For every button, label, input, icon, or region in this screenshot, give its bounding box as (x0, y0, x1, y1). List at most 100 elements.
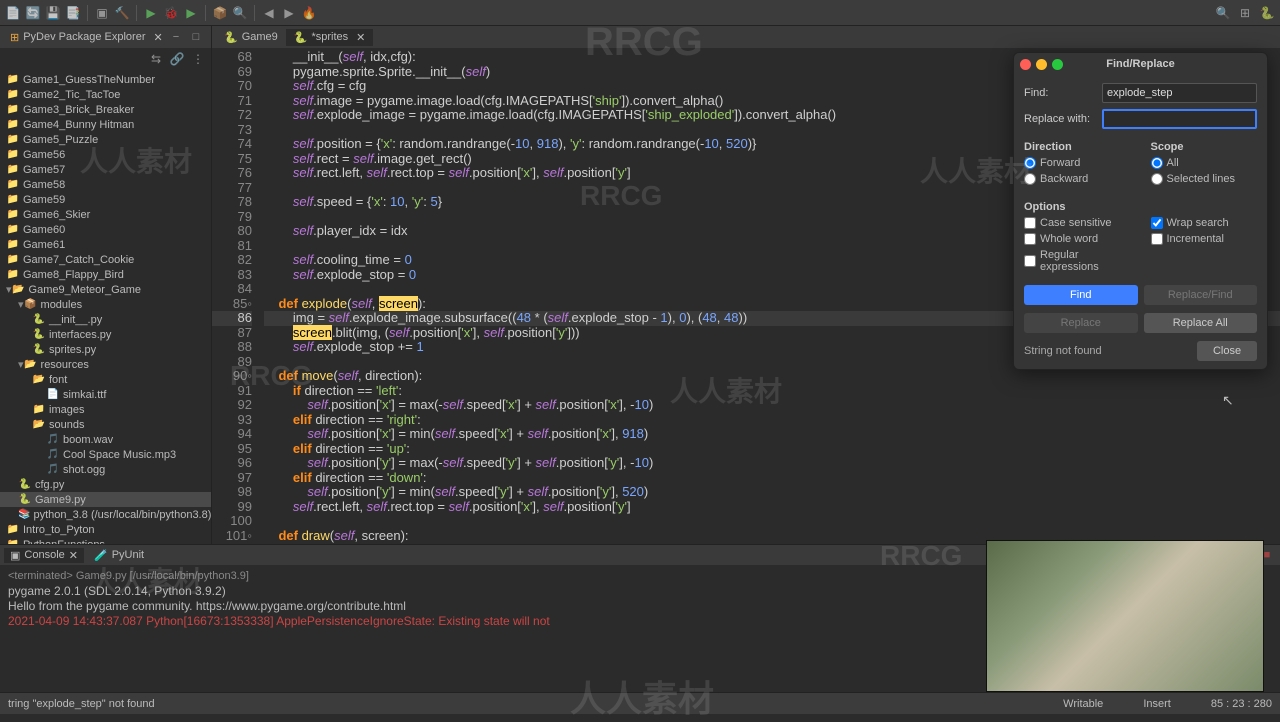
tab-label: Console (24, 549, 64, 561)
terminal-icon[interactable]: ▣ (93, 4, 111, 22)
case-sensitive-check[interactable]: Case sensitive (1024, 217, 1131, 229)
close-button[interactable]: Close (1197, 341, 1257, 361)
find-input[interactable] (1102, 83, 1257, 103)
maximize-icon[interactable]: □ (187, 28, 205, 46)
window-controls (1020, 59, 1063, 70)
search-icon[interactable]: 🔍 (231, 4, 249, 22)
run-last-icon[interactable]: ▶ (182, 4, 200, 22)
tree-item[interactable]: 🎵Cool Space Music.mp3 (0, 447, 211, 462)
editor-tabs: 🐍 Game9 🐍 *sprites ✕ (212, 26, 1280, 48)
maximize-window-icon[interactable] (1052, 59, 1063, 70)
tree-item[interactable]: 📁Game6_Skier (0, 207, 211, 222)
tree-item[interactable]: 📁images (0, 402, 211, 417)
tree-item[interactable]: 📂sounds (0, 417, 211, 432)
separator (87, 5, 88, 21)
tree-item[interactable]: 📁Game57 (0, 162, 211, 177)
selected-lines-radio[interactable]: Selected lines (1151, 173, 1258, 185)
new-file-icon[interactable]: 📄 (4, 4, 22, 22)
run-icon[interactable]: ▶ (142, 4, 160, 22)
save-all-icon[interactable]: 📑 (64, 4, 82, 22)
replace-input[interactable] (1102, 109, 1257, 129)
tree-item[interactable]: ▾ 📂Game9_Meteor_Game (0, 282, 211, 297)
nav-icon[interactable]: ▶ (280, 4, 298, 22)
forward-radio[interactable]: Forward (1024, 157, 1131, 169)
tab-pyunit[interactable]: 🧪 PyUnit (88, 548, 150, 563)
python-icon: 🐍 (224, 31, 238, 44)
perspective-icon[interactable]: ⊞ (1236, 4, 1254, 22)
package-explorer-tab[interactable]: ⊞ PyDev Package Explorer ✕ (6, 29, 167, 46)
backward-radio[interactable]: Backward (1024, 173, 1131, 185)
build-icon[interactable]: 🔨 (113, 4, 131, 22)
pydev-perspective-icon[interactable]: 🐍 (1258, 4, 1276, 22)
tree-item[interactable]: 📁Game60 (0, 222, 211, 237)
filter-icon[interactable]: ⋮ (189, 50, 207, 68)
tree-item[interactable]: 🎵boom.wav (0, 432, 211, 447)
link-icon[interactable]: 🔗 (168, 50, 186, 68)
tree-item[interactable]: 🐍__init__.py (0, 312, 211, 327)
tree-item[interactable]: 📁Game7_Catch_Cookie (0, 252, 211, 267)
debug-icon[interactable]: 🐞 (162, 4, 180, 22)
tree-item[interactable]: 📁Game4_Bunny Hitman (0, 117, 211, 132)
tree-item[interactable]: 📁PythonFunctions (0, 537, 211, 544)
tree-item[interactable]: 📚python_3.8 (/usr/local/bin/python3.8) (0, 507, 211, 522)
tree-item[interactable]: 📁Game61 (0, 237, 211, 252)
tree-item[interactable]: 📁Game8_Flappy_Bird (0, 267, 211, 282)
tab-game9[interactable]: 🐍 Game9 (216, 29, 286, 46)
open-type-icon[interactable]: 📦 (211, 4, 229, 22)
all-radio[interactable]: All (1151, 157, 1258, 169)
tree-item[interactable]: 🐍sprites.py (0, 342, 211, 357)
replace-find-button[interactable]: Replace/Find (1144, 285, 1258, 305)
close-icon[interactable]: ✕ (356, 31, 365, 44)
tree-item[interactable]: 📁Game5_Puzzle (0, 132, 211, 147)
dialog-titlebar[interactable]: Find/Replace (1014, 53, 1267, 75)
tree-item[interactable]: 📁Game1_GuessTheNumber (0, 72, 211, 87)
tree-item[interactable]: 📁Game58 (0, 177, 211, 192)
close-window-icon[interactable] (1020, 59, 1031, 70)
wrap-search-check[interactable]: Wrap search (1151, 217, 1258, 229)
find-button[interactable]: Find (1024, 285, 1138, 305)
tree-item[interactable]: ▾ 📦modules (0, 297, 211, 312)
sidebar-header: ⊞ PyDev Package Explorer ✕ − □ (0, 26, 211, 48)
tree-item[interactable]: 📁Game2_Tic_TacToe (0, 87, 211, 102)
tab-console[interactable]: ▣ Console ✕ (4, 548, 84, 563)
minimize-icon[interactable]: − (167, 28, 185, 46)
close-icon[interactable]: ✕ (69, 549, 78, 562)
package-explorer: ⊞ PyDev Package Explorer ✕ − □ ⇆ 🔗 ⋮ 📁Ga… (0, 26, 212, 544)
file-tree[interactable]: 📁Game1_GuessTheNumber 📁Game2_Tic_TacToe … (0, 70, 211, 544)
incremental-check[interactable]: Incremental (1151, 233, 1258, 245)
tree-item[interactable]: 🎵shot.ogg (0, 462, 211, 477)
whole-word-check[interactable]: Whole word (1024, 233, 1131, 245)
tree-item[interactable]: ▾ 📂resources (0, 357, 211, 372)
save-icon[interactable]: 💾 (44, 4, 62, 22)
tree-item[interactable]: 🐍Game9.py (0, 492, 211, 507)
tab-sprites[interactable]: 🐍 *sprites ✕ (286, 29, 374, 46)
refresh-icon[interactable]: 🔄 (24, 4, 42, 22)
tree-item[interactable]: 📁Game3_Brick_Breaker (0, 102, 211, 117)
replace-all-button[interactable]: Replace All (1144, 313, 1258, 333)
tree-item[interactable]: 🐍cfg.py (0, 477, 211, 492)
tree-item[interactable]: 📁Game56 (0, 147, 211, 162)
replace-button[interactable]: Replace (1024, 313, 1138, 333)
tree-item[interactable]: 🐍interfaces.py (0, 327, 211, 342)
search-global-icon[interactable]: 🔍 (1214, 4, 1232, 22)
custom-icon[interactable]: 🔥 (300, 4, 318, 22)
status-cursor: 85 : 23 : 280 (1211, 698, 1272, 710)
sidebar-title: PyDev Package Explorer (23, 31, 145, 43)
nav-icon[interactable]: ◀ (260, 4, 278, 22)
package-explorer-icon: ⊞ (10, 31, 19, 44)
tree-item[interactable]: 📄simkai.ttf (0, 387, 211, 402)
dialog-status: String not found (1024, 345, 1189, 357)
tree-item[interactable]: 📁Intro_to_Pyton (0, 522, 211, 537)
close-icon[interactable]: ✕ (154, 31, 163, 44)
tab-label: *sprites (311, 31, 348, 43)
console-icon: ▣ (10, 549, 20, 562)
status-bar: tring "explode_step" not found Writable … (0, 692, 1280, 714)
tree-item[interactable]: 📂font (0, 372, 211, 387)
status-insert: Insert (1143, 698, 1171, 710)
webcam-overlay (986, 540, 1264, 692)
collapse-icon[interactable]: ⇆ (147, 50, 165, 68)
tree-item[interactable]: 📁Game59 (0, 192, 211, 207)
minimize-window-icon[interactable] (1036, 59, 1047, 70)
find-replace-dialog: Find/Replace Find: Replace with: Directi… (1013, 52, 1268, 370)
regex-check[interactable]: Regular expressions (1024, 249, 1131, 273)
